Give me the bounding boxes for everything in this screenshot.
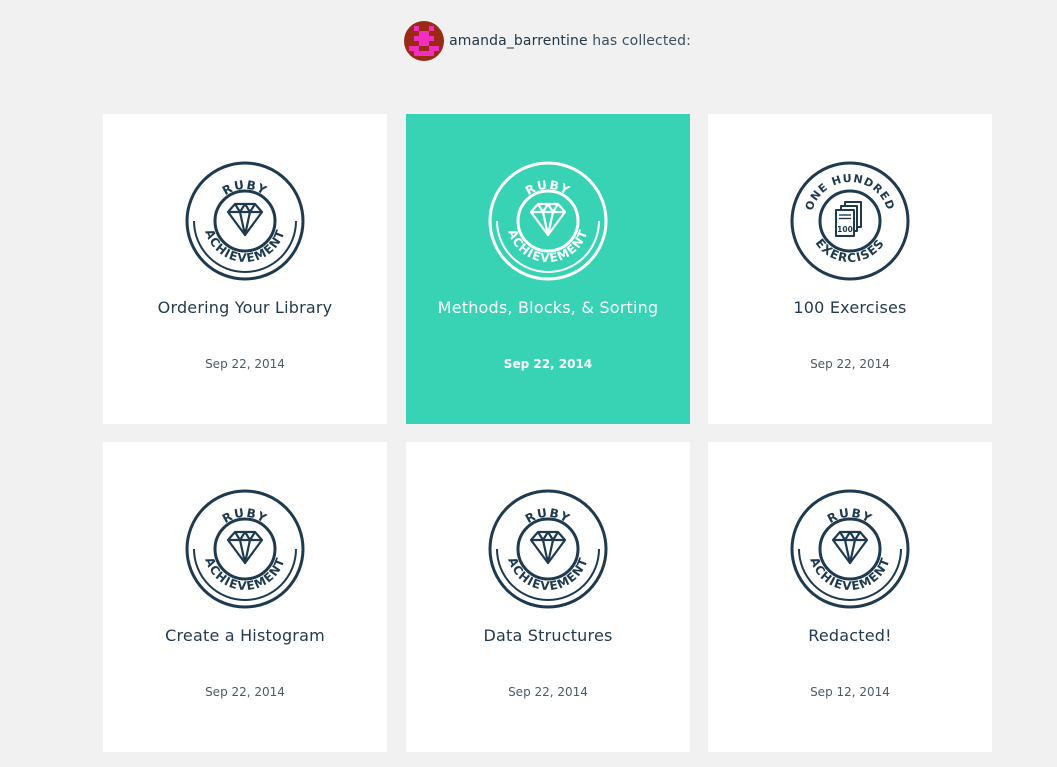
diamond-icon [529,202,567,237]
card-date: Sep 22, 2014 [508,685,588,699]
diamond-icon [529,530,567,565]
achievement-card[interactable]: RUBY ACHIEVEMENT Data Structures Sep 22,… [406,442,690,752]
card-date: Sep 12, 2014 [810,685,890,699]
badge-top-text: RUBY [220,506,269,526]
username-link[interactable]: amanda_barrentine [449,33,588,49]
svg-text:RUBY: RUBY [523,506,573,526]
header-suffix: has collected: [592,33,691,49]
badge-top-text: RUBY [523,506,572,526]
achievement-card[interactable]: ONE HUNDRED EXERCISES 100 100 Exercises … [708,114,992,424]
badge-number: 100 [837,225,853,234]
achievement-card-active[interactable]: RUBY ACHIEVEMENT Methods, Blocks, & Sort… [406,114,690,424]
ruby-achievement-badge: RUBY ACHIEVEMENT [488,489,608,609]
card-date: Sep 22, 2014 [503,357,593,371]
card-title: Data Structures [483,626,613,645]
card-date: Sep 22, 2014 [205,685,285,699]
card-date: Sep 22, 2014 [205,357,285,371]
svg-text:RUBY: RUBY [523,178,573,198]
one-hundred-exercises-badge: ONE HUNDRED EXERCISES 100 [790,161,910,281]
svg-text:RUBY: RUBY [220,506,270,526]
card-title: Create a Histogram [165,626,325,645]
card-date: Sep 22, 2014 [810,357,890,371]
badge-top-text: RUBY [220,178,269,198]
diamond-icon [226,202,264,237]
header-text: amanda_barrentine has collected: [449,33,691,49]
ruby-achievement-badge: RUBY ACHIEVEMENT [185,489,305,609]
achievement-card[interactable]: RUBY ACHIEVEMENT Redacted! Sep 12, 2014 [708,442,992,752]
achievement-card[interactable]: RUBY ACHIEVEMENT Create a Histogram Sep … [103,442,387,752]
svg-text:RUBY: RUBY [825,506,875,526]
collection-header: amanda_barrentine has collected: [0,21,1057,61]
ruby-achievement-badge: RUBY ACHIEVEMENT [185,161,305,281]
diamond-icon [226,530,264,565]
collection-header-inner: amanda_barrentine has collected: [404,21,691,61]
card-title: Redacted! [808,626,892,645]
card-title: Ordering Your Library [157,298,333,317]
card-title: 100 Exercises [793,298,907,317]
ruby-achievement-badge: RUBY ACHIEVEMENT [488,161,608,281]
avatar[interactable] [404,21,445,61]
diamond-icon [831,530,869,565]
badge-top-text: RUBY [825,506,874,526]
card-title: Methods, Blocks, & Sorting [437,298,659,317]
badge-top-text: RUBY [523,178,572,198]
achievement-card[interactable]: RUBY ACHIEVEMENT Ordering Your Library S… [103,114,387,424]
svg-text:RUBY: RUBY [220,178,270,198]
ruby-achievement-badge: RUBY ACHIEVEMENT [790,489,910,609]
